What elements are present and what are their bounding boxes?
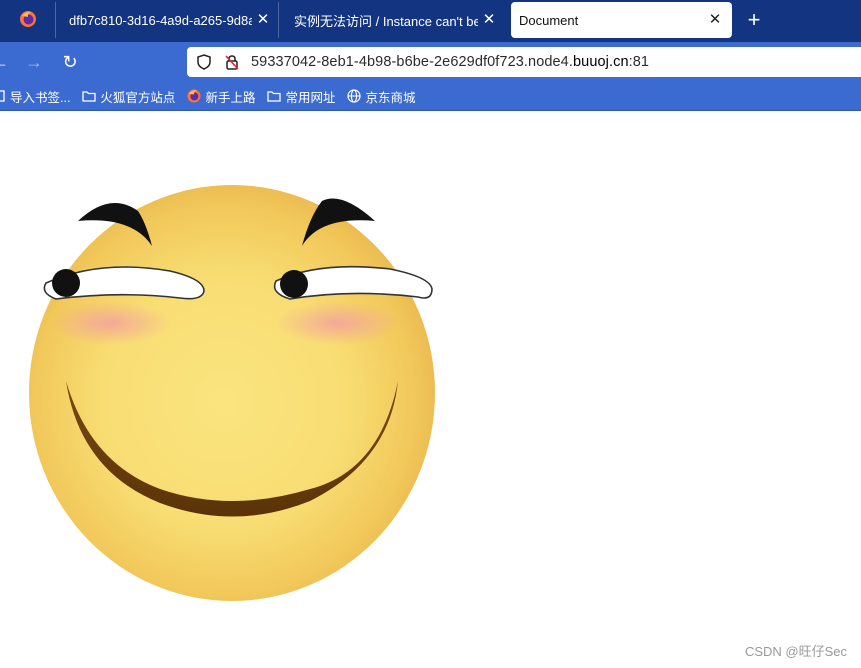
- bookmark-firefox-site[interactable]: 火狐官方站点: [82, 87, 175, 106]
- bookmark-import[interactable]: 导入书签...: [0, 87, 70, 106]
- bookmarks-bar: 导入书签... 火狐官方站点 新手上路 常用网址 京东商城: [0, 82, 861, 111]
- tab-title: Document: [519, 12, 579, 28]
- bookmark-label: 新手上路: [205, 90, 256, 105]
- tab-instance-error[interactable]: 实例无法访问 / Instance can't be r ✕: [282, 2, 504, 38]
- folder-icon: [82, 89, 97, 103]
- close-icon[interactable]: ✕: [256, 12, 270, 27]
- back-button[interactable]: ←: [0, 50, 12, 74]
- tab-strip: dfb7c810-3d16-4a9d-a265-9d8a ✕ 实例无法访问 / …: [0, 0, 861, 42]
- url-port: :81: [628, 54, 650, 70]
- page-content: CSDN @旺仔Sec: [0, 111, 861, 668]
- folder-icon: [267, 89, 282, 103]
- url-text[interactable]: 59337042-8eb1-4b98-b6be-2e629df0f723.nod…: [251, 54, 649, 70]
- url-prefix: 59337042-8eb1-4b98-b6be-2e629df0f723.nod…: [251, 54, 573, 70]
- watermark: CSDN @旺仔Sec: [744, 644, 847, 659]
- tab-title: dfb7c810-3d16-4a9d-a265-9d8a: [69, 12, 252, 28]
- smirk-emoji-image: [20, 171, 440, 606]
- firefox-icon: [19, 10, 37, 31]
- bookmark-getting-started[interactable]: 新手上路: [187, 87, 255, 106]
- close-icon[interactable]: ✕: [482, 12, 496, 27]
- bookmark-label: 导入书签...: [10, 90, 71, 105]
- forward-button[interactable]: →: [22, 50, 46, 74]
- import-icon: [0, 89, 6, 103]
- bookmark-label: 京东商城: [365, 90, 416, 105]
- tab-title: 实例无法访问 / Instance can't be r: [294, 13, 478, 29]
- bookmark-label: 火狐官方站点: [100, 90, 176, 105]
- reload-button[interactable]: ↻: [58, 50, 82, 74]
- nav-toolbar: ← → ↻ 59337042-8eb1-4b98-b6be-2e629df0f7…: [0, 42, 861, 82]
- shield-icon[interactable]: [195, 53, 213, 71]
- url-domain: buuoj.cn: [572, 54, 629, 70]
- tab-pinned-firefox[interactable]: [0, 2, 56, 38]
- tab-uuid[interactable]: dfb7c810-3d16-4a9d-a265-9d8a ✕: [57, 2, 279, 38]
- bookmark-label: 常用网址: [285, 90, 336, 105]
- globe-icon: [347, 89, 362, 103]
- browser-window: dfb7c810-3d16-4a9d-a265-9d8a ✕ 实例无法访问 / …: [0, 0, 861, 668]
- firefox-icon: [187, 89, 201, 103]
- bookmark-common-sites[interactable]: 常用网址: [267, 87, 335, 106]
- bookmark-jd[interactable]: 京东商城: [347, 87, 415, 106]
- tab-document[interactable]: Document ✕: [511, 2, 732, 38]
- close-icon[interactable]: ✕: [708, 12, 722, 27]
- new-tab-button[interactable]: +: [742, 9, 766, 33]
- url-bar[interactable]: 59337042-8eb1-4b98-b6be-2e629df0f723.nod…: [187, 47, 861, 77]
- insecure-lock-icon[interactable]: [223, 53, 241, 71]
